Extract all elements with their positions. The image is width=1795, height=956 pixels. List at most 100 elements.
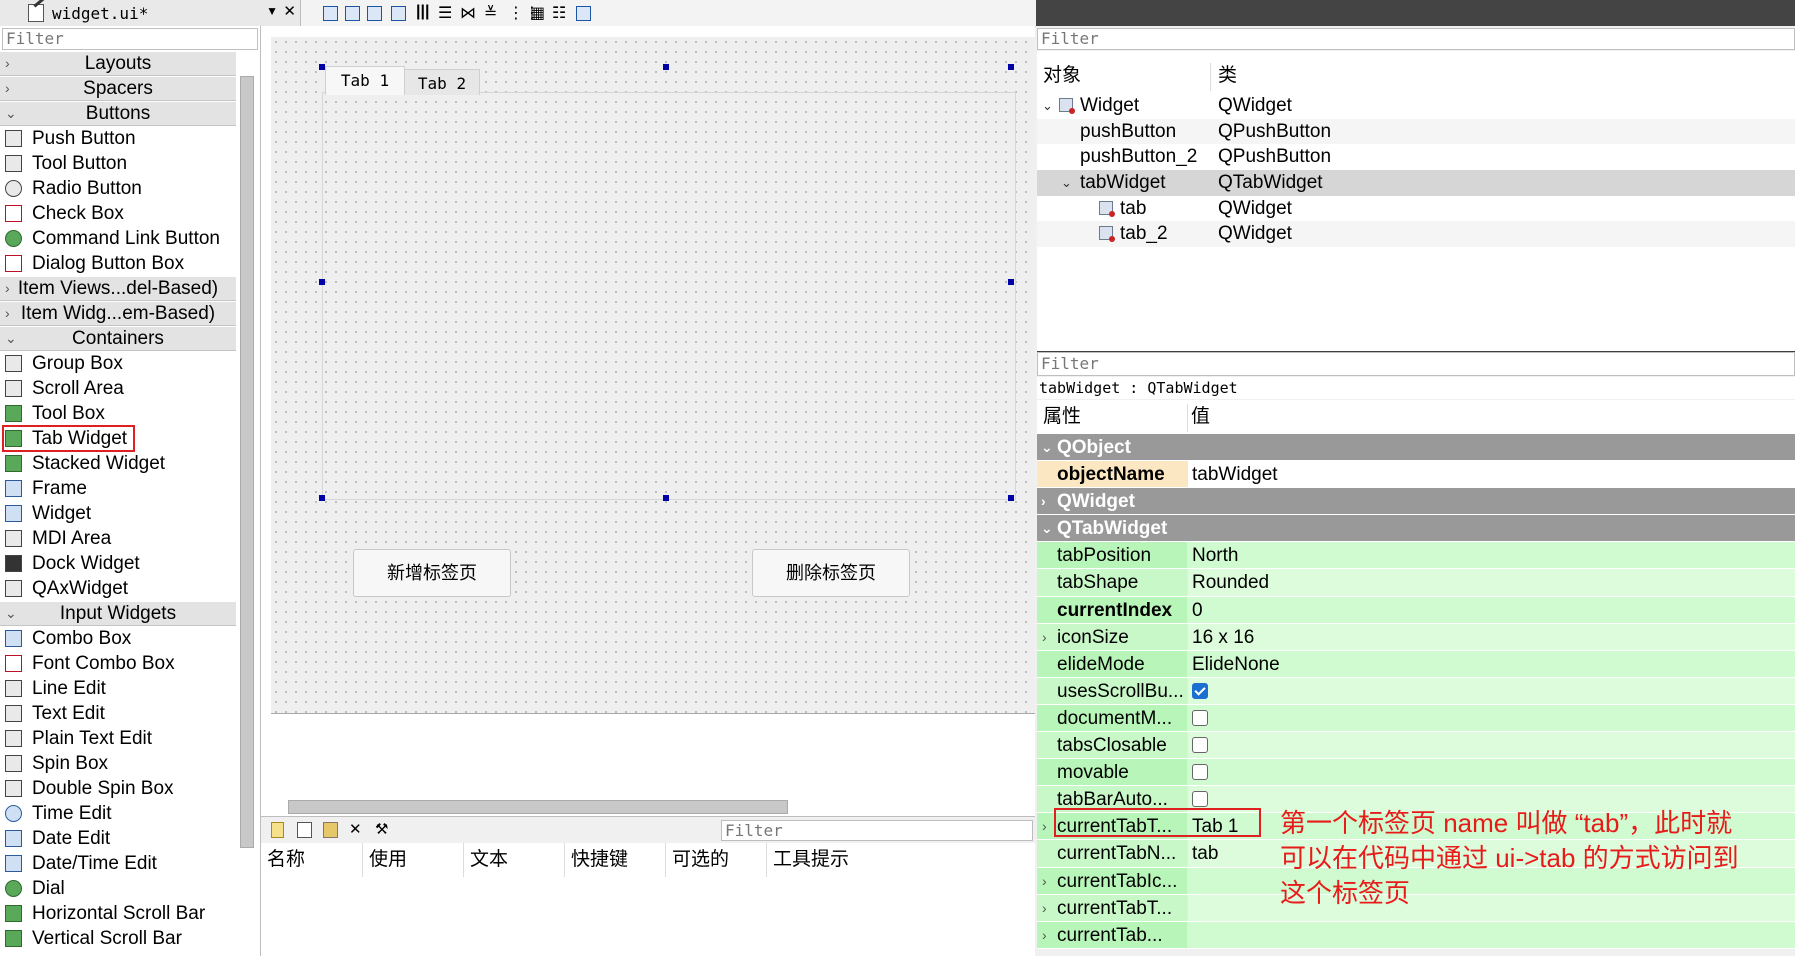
object-row-tab-2[interactable]: tab_2 QWidget bbox=[1037, 221, 1795, 248]
property-row-currenttabwhatsthis[interactable]: › currentTab... bbox=[1037, 921, 1795, 949]
widget-item-frame[interactable]: Frame bbox=[0, 476, 236, 501]
action-filter-input[interactable]: Filter bbox=[721, 820, 1033, 841]
add-tab-button[interactable]: 新增标签页 bbox=[353, 549, 511, 597]
widget-item-time-edit[interactable]: Time Edit bbox=[0, 801, 236, 826]
edit-buddies-icon[interactable] bbox=[367, 6, 382, 21]
paste-action-icon[interactable] bbox=[323, 822, 338, 838]
tab-1[interactable]: Tab 1 bbox=[325, 66, 405, 95]
horizontal-scrollbar[interactable] bbox=[288, 800, 788, 814]
widget-item-tool-box[interactable]: Tool Box bbox=[0, 401, 236, 426]
column-header-class[interactable]: 类 bbox=[1218, 59, 1237, 93]
column-header[interactable]: 文本 bbox=[464, 843, 565, 877]
selection-handle[interactable] bbox=[663, 495, 669, 501]
layout-split-horizontal-icon[interactable]: ⋈ bbox=[460, 3, 476, 23]
widget-item-line-edit[interactable]: Line Edit bbox=[0, 676, 236, 701]
property-row-usesscrollbuttons[interactable]: usesScrollBu... bbox=[1037, 677, 1795, 705]
property-row-tabposition[interactable]: tabPosition North bbox=[1037, 542, 1795, 570]
selection-handle[interactable] bbox=[319, 495, 325, 501]
delete-tab-button[interactable]: 删除标签页 bbox=[752, 549, 910, 597]
widget-item-qaxwidget[interactable]: QAxWidget bbox=[0, 576, 236, 601]
property-value[interactable]: Rounded bbox=[1187, 569, 1795, 596]
delete-action-icon[interactable]: ✕ bbox=[349, 820, 362, 838]
selection-handle[interactable] bbox=[1008, 64, 1014, 70]
category-spacers[interactable]: › Spacers bbox=[0, 76, 236, 101]
new-action-icon[interactable] bbox=[271, 822, 284, 838]
column-header-value[interactable]: 值 bbox=[1191, 400, 1210, 434]
selection-handle[interactable] bbox=[319, 279, 325, 285]
widget-item-text-edit[interactable]: Text Edit bbox=[0, 701, 236, 726]
column-header[interactable]: 名称 bbox=[261, 843, 363, 877]
column-header[interactable]: 可选的 bbox=[666, 843, 767, 877]
configure-action-icon[interactable]: ⚒ bbox=[375, 820, 388, 838]
widget-item-dialog-button-box[interactable]: Dialog Button Box bbox=[0, 251, 236, 276]
widget-box-scrollbar[interactable] bbox=[240, 76, 254, 848]
column-header-object[interactable]: 对象 bbox=[1043, 59, 1081, 93]
widget-item-check-box[interactable]: Check Box bbox=[0, 201, 236, 226]
edit-signals-icon[interactable] bbox=[345, 6, 360, 21]
chevron-down-icon[interactable]: ⌄ bbox=[1061, 170, 1072, 196]
property-row-objectname[interactable]: objectName tabWidget bbox=[1037, 461, 1795, 489]
widget-item-radio-button[interactable]: Radio Button bbox=[0, 176, 236, 201]
property-row-movable[interactable]: movable bbox=[1037, 759, 1795, 787]
section-qwidget[interactable]: › QWidget bbox=[1037, 488, 1795, 516]
section-qtabwidget[interactable]: ⌄ QTabWidget bbox=[1037, 515, 1795, 543]
layout-grid-icon[interactable]: ▦ bbox=[530, 3, 545, 23]
edit-widgets-icon[interactable] bbox=[323, 6, 338, 21]
property-row-elidemode[interactable]: elideMode ElideNone bbox=[1037, 650, 1795, 678]
tab-widget-pane[interactable] bbox=[322, 92, 1016, 500]
widget-item-spin-box[interactable]: Spin Box bbox=[0, 751, 236, 776]
widget-item-combo-box[interactable]: Combo Box bbox=[0, 626, 236, 651]
column-header[interactable]: 工具提示 bbox=[767, 843, 973, 877]
selection-handle[interactable] bbox=[1008, 279, 1014, 285]
property-value[interactable]: 0 bbox=[1187, 596, 1795, 623]
layout-vertical-icon[interactable]: ☰ bbox=[438, 3, 452, 23]
widget-item-dial[interactable]: Dial bbox=[0, 876, 236, 901]
break-layout-icon[interactable]: ☷ bbox=[552, 3, 566, 23]
section-qobject[interactable]: ⌄ QObject bbox=[1037, 434, 1795, 462]
copy-action-icon[interactable] bbox=[297, 822, 312, 838]
property-row-tabshape[interactable]: tabShape Rounded bbox=[1037, 569, 1795, 597]
widget-item-scroll-area[interactable]: Scroll Area bbox=[0, 376, 236, 401]
column-header[interactable]: 快捷键 bbox=[565, 843, 666, 877]
property-value[interactable]: ElideNone bbox=[1187, 650, 1795, 677]
tab-2[interactable]: Tab 2 bbox=[404, 69, 480, 95]
property-value[interactable]: 16 x 16 bbox=[1187, 623, 1795, 650]
close-icon[interactable]: ✕ bbox=[283, 2, 296, 20]
object-row-widget[interactable]: ⌄ Widget QWidget bbox=[1037, 93, 1795, 119]
file-tab[interactable]: widget.ui* ▼ ✕ bbox=[0, 0, 301, 26]
chevron-down-icon[interactable]: ⌄ bbox=[1042, 93, 1053, 119]
property-value[interactable]: tabWidget bbox=[1187, 461, 1795, 488]
widget-item-stacked-widget[interactable]: Stacked Widget bbox=[0, 451, 236, 476]
selection-handle[interactable] bbox=[319, 64, 325, 70]
edit-tab-order-icon[interactable] bbox=[391, 6, 406, 21]
widget-item-date-time-edit[interactable]: Date/Time Edit bbox=[0, 851, 236, 876]
object-row-pushbutton[interactable]: pushButton QPushButton bbox=[1037, 118, 1795, 145]
widget-item-vertical-scroll-bar[interactable]: Vertical Scroll Bar bbox=[0, 926, 236, 951]
property-row-tabsclosable[interactable]: tabsClosable bbox=[1037, 732, 1795, 760]
layout-horizontal-icon[interactable]: ||| bbox=[416, 3, 429, 21]
widget-item-double-spin-box[interactable]: Double Spin Box bbox=[0, 776, 236, 801]
widget-item-tool-button[interactable]: Tool Button bbox=[0, 151, 236, 176]
widget-item-command-link-button[interactable]: Command Link Button bbox=[0, 226, 236, 251]
layout-split-vertical-icon[interactable]: ≚ bbox=[484, 3, 497, 23]
object-row-tabwidget[interactable]: ⌄ tabWidget QTabWidget bbox=[1037, 170, 1795, 196]
chevron-down-icon[interactable]: ▼ bbox=[266, 4, 278, 18]
checkbox-unchecked[interactable] bbox=[1192, 709, 1208, 726]
checkbox-unchecked[interactable] bbox=[1192, 791, 1208, 808]
property-row-iconsize[interactable]: › iconSize 16 x 16 bbox=[1037, 623, 1795, 651]
property-row-documentmode[interactable]: documentM... bbox=[1037, 704, 1795, 733]
column-header-property[interactable]: 属性 bbox=[1043, 400, 1081, 434]
property-value[interactable] bbox=[1187, 921, 1795, 948]
object-row-pushbutton-2[interactable]: pushButton_2 QPushButton bbox=[1037, 144, 1795, 170]
widget-item-group-box[interactable]: Group Box bbox=[0, 351, 236, 376]
category-input-widgets[interactable]: ⌄ Input Widgets bbox=[0, 601, 236, 626]
adjust-size-icon[interactable] bbox=[576, 6, 591, 21]
category-item-widgets[interactable]: › Item Widg...em-Based) bbox=[0, 301, 236, 326]
selection-handle[interactable] bbox=[1008, 495, 1014, 501]
category-containers[interactable]: ⌄ Containers bbox=[0, 326, 236, 351]
category-buttons[interactable]: ⌄ Buttons bbox=[0, 101, 236, 126]
widget-item-horizontal-scroll-bar[interactable]: Horizontal Scroll Bar bbox=[0, 901, 236, 926]
category-item-views[interactable]: › Item Views...del-Based) bbox=[0, 276, 236, 301]
column-header[interactable]: 使用 bbox=[363, 843, 464, 877]
property-editor-filter[interactable]: Filter bbox=[1037, 352, 1795, 376]
